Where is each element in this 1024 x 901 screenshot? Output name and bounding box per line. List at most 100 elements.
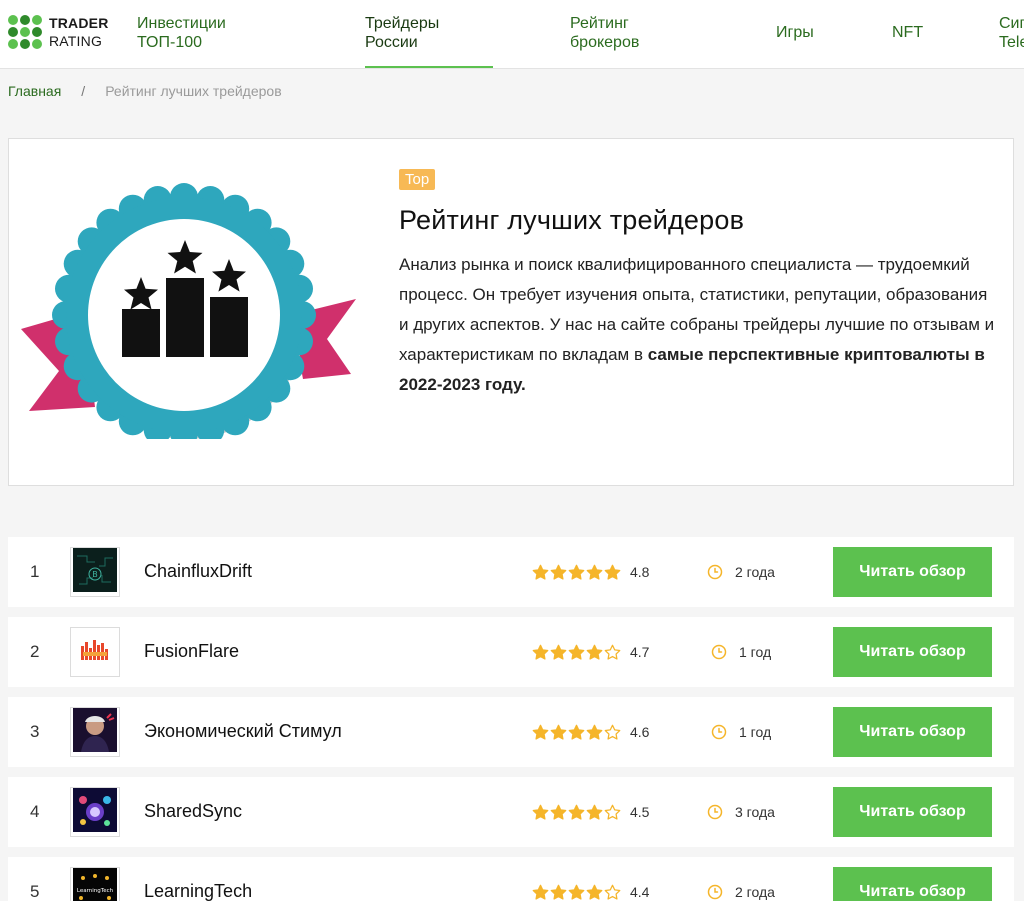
trader-avatar[interactable]: B xyxy=(70,547,120,597)
experience-duration: 2 года xyxy=(735,564,775,580)
star-filled-icon xyxy=(550,724,567,740)
star-filled-icon xyxy=(550,804,567,820)
star-filled-icon xyxy=(550,564,567,580)
read-review-button[interactable]: Читать обзор xyxy=(833,707,992,757)
star-filled-icon xyxy=(586,644,603,660)
rating-stars xyxy=(532,884,621,901)
breadcrumb-home-link[interactable]: Главная xyxy=(8,83,61,99)
rating-stars xyxy=(532,564,621,581)
rating-value: 4.6 xyxy=(630,724,650,740)
rating-value: 4.4 xyxy=(630,884,650,900)
star-outline-icon xyxy=(604,804,621,820)
star-filled-icon xyxy=(550,644,567,660)
star-filled-icon xyxy=(532,564,549,580)
hero-description: Анализ рынка и поиск квалифицированного … xyxy=(399,250,999,400)
sharedsync-logo-icon xyxy=(73,787,117,837)
star-filled-icon xyxy=(532,884,549,900)
nav-label: ТОП-100 xyxy=(137,34,203,51)
trader-row: 4 SharedSync 4.5 3 года Читать обзор xyxy=(8,777,1014,847)
site-logo[interactable]: TRADER RATING xyxy=(8,14,109,50)
trader-name[interactable]: FusionFlare xyxy=(144,641,239,662)
trader-row: 1 B ChainfluxDrift 4.8 2 года Читать обзор xyxy=(8,537,1014,607)
star-outline-icon xyxy=(604,724,621,740)
rank-number: 3 xyxy=(30,722,40,741)
svg-text:B: B xyxy=(92,570,98,579)
trader-avatar[interactable] xyxy=(70,627,120,677)
nav-signals-telegram[interactable]: Сиг Tele xyxy=(999,14,1024,52)
trader-avatar[interactable] xyxy=(70,707,120,757)
rank-number: 4 xyxy=(30,802,40,821)
star-filled-icon xyxy=(568,724,585,740)
star-filled-icon xyxy=(568,804,585,820)
rank-number: 2 xyxy=(30,642,40,661)
star-outline-icon xyxy=(604,884,621,900)
trader-name[interactable]: LearningTech xyxy=(144,881,252,901)
hero-card: Top Рейтинг лучших трейдеров Анализ рынк… xyxy=(8,138,1014,486)
trader-avatar[interactable] xyxy=(70,787,120,837)
page-title: Рейтинг лучших трейдеров xyxy=(399,205,745,235)
star-filled-icon xyxy=(532,804,549,820)
star-filled-icon xyxy=(604,564,621,580)
clock-icon xyxy=(707,804,723,820)
star-filled-icon xyxy=(568,644,585,660)
rank-number: 5 xyxy=(30,882,40,901)
star-filled-icon xyxy=(532,724,549,740)
star-filled-icon xyxy=(550,884,567,900)
rating-badge-icon xyxy=(21,183,356,439)
clock-icon xyxy=(707,564,723,580)
star-outline-icon xyxy=(604,644,621,660)
nav-label: России xyxy=(365,34,418,51)
star-filled-icon xyxy=(586,804,603,820)
star-filled-icon xyxy=(586,564,603,580)
read-review-button[interactable]: Читать обзор xyxy=(833,787,992,837)
breadcrumb-separator: / xyxy=(81,83,86,99)
site-header: TRADER RATING Инвестиции ТОП-100 Трейдер… xyxy=(0,0,1024,69)
experience-duration: 1 год xyxy=(739,724,772,740)
rating-stars xyxy=(532,804,621,821)
trader-name[interactable]: SharedSync xyxy=(144,801,242,822)
nav-nft[interactable]: NFT xyxy=(892,23,923,42)
nav-label: Трейдеры xyxy=(365,15,440,32)
breadcrumb-current: Рейтинг лучших трейдеров xyxy=(105,83,282,99)
read-review-button[interactable]: Читать обзор xyxy=(833,547,992,597)
nav-label: брокеров xyxy=(570,34,640,51)
nav-label: Инвестиции xyxy=(137,15,226,32)
nav-label: Tele xyxy=(999,34,1024,51)
portrait-logo-icon xyxy=(73,707,117,757)
nav-label: Рейтинг xyxy=(570,15,629,32)
read-review-button[interactable]: Читать обзор xyxy=(833,627,992,677)
fusionflare-logo-icon xyxy=(73,627,117,677)
star-filled-icon xyxy=(586,884,603,900)
logo-line2: RATING xyxy=(49,33,103,49)
star-filled-icon xyxy=(532,644,549,660)
rank-number: 1 xyxy=(30,562,40,581)
rating-value: 4.8 xyxy=(630,564,650,580)
top-tag: Top xyxy=(399,169,436,190)
star-filled-icon xyxy=(586,724,603,740)
trader-avatar[interactable]: LearningTech xyxy=(70,867,120,901)
nav-games[interactable]: Игры xyxy=(776,23,814,42)
breadcrumb: Главная / Рейтинг лучших трейдеров xyxy=(8,83,282,99)
rating-value: 4.7 xyxy=(630,644,650,660)
rating-value: 4.5 xyxy=(630,804,650,820)
trader-name[interactable]: Экономический Стимул xyxy=(144,721,342,742)
chainflux-logo-icon: B xyxy=(73,547,117,597)
nav-broker-rating[interactable]: Рейтинг брокеров xyxy=(570,14,639,52)
star-filled-icon xyxy=(568,884,585,900)
hero-text: Top Рейтинг лучших трейдеров Анализ рынк… xyxy=(399,169,999,400)
clock-icon xyxy=(711,644,727,660)
nav-traders-russia[interactable]: Трейдеры России xyxy=(365,14,439,52)
logo-text: TRADER RATING xyxy=(49,14,109,50)
read-review-button[interactable]: Читать обзор xyxy=(833,867,992,901)
star-filled-icon xyxy=(568,564,585,580)
clock-icon xyxy=(711,724,727,740)
trader-name[interactable]: ChainfluxDrift xyxy=(144,561,252,582)
experience-duration: 1 год xyxy=(739,644,772,660)
experience-duration: 3 года xyxy=(735,804,775,820)
clock-icon xyxy=(707,884,723,900)
nav-investments-top100[interactable]: Инвестиции ТОП-100 xyxy=(137,14,226,52)
trader-row: 2 FusionFlare 4.7 1 год Читать обзор xyxy=(8,617,1014,687)
nav-label: NFT xyxy=(892,24,924,41)
svg-text:LearningTech: LearningTech xyxy=(77,888,114,894)
trader-row: 3 Экономический Стимул 4.6 1 год Читать обзо… xyxy=(8,697,1014,767)
